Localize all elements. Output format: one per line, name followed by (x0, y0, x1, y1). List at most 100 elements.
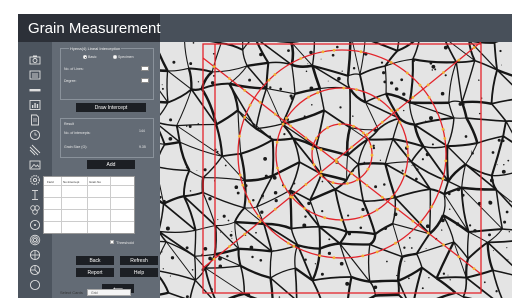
inclusion-speck (235, 110, 238, 113)
table-header-intercept: No.Intercept (63, 180, 80, 184)
radio-specimen[interactable] (113, 55, 117, 59)
back-button[interactable]: Back (76, 256, 114, 265)
inclusion-speck (197, 81, 200, 83)
inclusion-speck (408, 237, 411, 239)
inclusion-speck (224, 164, 227, 167)
histogram-icon[interactable] (29, 99, 41, 111)
inclusion-speck (507, 258, 509, 260)
inclusion-speck (503, 220, 507, 224)
inclusion-speck (403, 246, 406, 249)
i-beam-icon[interactable] (29, 189, 41, 201)
inclusion-speck (352, 67, 356, 70)
concentric-icon[interactable] (29, 234, 41, 246)
inclusion-speck (272, 175, 277, 180)
ring-icon[interactable] (29, 279, 41, 291)
inclusion-speck (509, 200, 510, 202)
grain-boundary (193, 256, 197, 281)
inclusion-speck (236, 191, 240, 195)
bar-icon[interactable] (29, 84, 41, 96)
intercept-marker (335, 158, 338, 161)
intercept-marker (411, 96, 415, 99)
inclusion-speck (273, 190, 278, 195)
draw-intercept-button[interactable]: Draw Intercept (76, 103, 146, 112)
select-card-label: Select Cards (60, 290, 83, 295)
degree-stepper[interactable] (141, 78, 149, 83)
intercept-marker (394, 241, 397, 245)
circle-icon[interactable] (29, 129, 41, 141)
inclusion-speck (229, 233, 233, 237)
settings-icon[interactable] (29, 174, 41, 186)
inclusion-speck (302, 223, 307, 228)
inclusion-speck (404, 260, 406, 262)
inclusion-speck (169, 275, 171, 277)
results-table[interactable]: Field No.Intercept Grain No (43, 176, 135, 234)
inclusion-speck (278, 296, 281, 298)
help-button[interactable]: Help (120, 268, 158, 277)
intercept-marker (319, 170, 323, 174)
inclusion-speck (210, 288, 213, 291)
intercept-marker (443, 137, 447, 140)
intercept-marker (418, 83, 422, 87)
diagonal-lines-icon[interactable] (29, 144, 41, 156)
table-header-grain: Grain No (89, 180, 102, 184)
inclusion-speck (168, 136, 173, 141)
inclusion-speck (501, 169, 506, 174)
report-button[interactable]: Report (76, 268, 114, 277)
intercept-marker (326, 126, 329, 130)
intercepts-value: 144 (139, 129, 145, 133)
select-card-dropdown[interactable]: Grid (87, 289, 131, 296)
inclusion-speck (383, 183, 386, 186)
inclusion-speck (383, 80, 387, 84)
grain-boundary (271, 139, 275, 176)
title-bar: Grain Measurement (18, 14, 512, 42)
intercept-marker (346, 182, 349, 185)
intercept-marker (307, 95, 310, 99)
image-icon[interactable] (29, 159, 41, 171)
refresh-button[interactable]: Refresh (120, 256, 158, 265)
inclusion-speck (244, 184, 248, 188)
target-icon[interactable] (29, 219, 41, 231)
document-icon[interactable] (29, 114, 41, 126)
intercept-marker (238, 173, 242, 177)
threshold-checkbox[interactable] (110, 240, 114, 244)
lines-stepper[interactable] (141, 66, 149, 71)
inclusion-speck (307, 201, 311, 206)
inclusion-speck (447, 192, 451, 196)
intercept-marker (289, 124, 292, 128)
inclusion-speck (425, 248, 427, 250)
inclusion-speck (203, 168, 207, 172)
inclusion-speck (172, 60, 176, 64)
ruler-icon[interactable] (29, 69, 41, 81)
intercept-marker (352, 124, 355, 128)
inclusion-speck (483, 281, 486, 284)
intercept-marker (292, 244, 296, 248)
intercept-marker (283, 185, 286, 188)
radio-basic[interactable] (83, 55, 87, 59)
inclusion-speck (321, 180, 324, 183)
intercept-marker (360, 215, 364, 219)
micrograph-view[interactable] (160, 42, 512, 298)
grains-icon[interactable] (29, 204, 41, 216)
inclusion-speck (162, 268, 164, 270)
inclusion-speck (196, 169, 198, 171)
camera-icon[interactable] (29, 54, 41, 66)
hand-icon[interactable] (29, 264, 41, 276)
inclusion-speck (458, 102, 463, 106)
inclusion-speck (425, 224, 430, 229)
add-button[interactable]: Add (87, 160, 135, 169)
inclusion-speck (161, 87, 164, 90)
intercept-marker (396, 207, 399, 211)
crosshair-icon[interactable] (29, 249, 41, 261)
grain-boundary (358, 162, 386, 166)
inclusion-speck (252, 198, 255, 202)
intercept-marker (243, 89, 247, 92)
intercept-marker (248, 103, 252, 107)
intercept-marker (377, 97, 381, 101)
inclusion-speck (311, 104, 313, 106)
inclusion-speck (389, 81, 394, 85)
inclusion-speck (425, 120, 427, 122)
inclusion-speck (293, 182, 296, 185)
intercept-marker (267, 78, 271, 82)
inclusion-speck (502, 139, 505, 143)
inclusion-speck (231, 237, 233, 239)
